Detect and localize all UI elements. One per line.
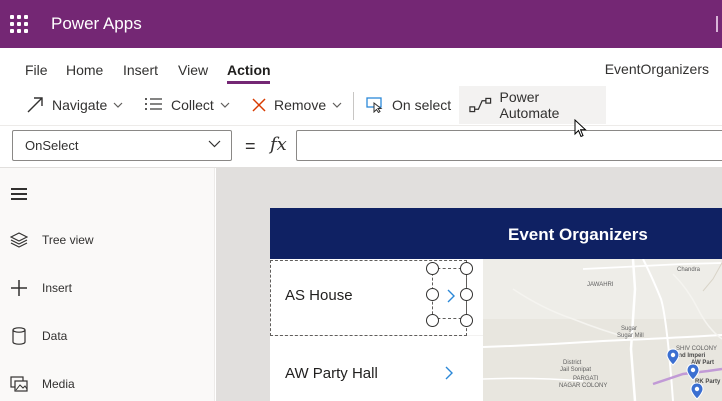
resize-handle[interactable]: [460, 314, 473, 327]
list-item[interactable]: AW Party Hall: [270, 336, 483, 401]
on-select-button[interactable]: On select: [366, 86, 451, 124]
sidebar-item-insert[interactable]: Insert: [0, 268, 215, 308]
chevron-down-icon: [113, 102, 123, 108]
map-pin-icon[interactable]: [690, 382, 704, 400]
left-sidebar: Tree view Insert Data Media: [0, 168, 215, 401]
formula-input[interactable]: [296, 130, 722, 161]
sidebar-item-label: Media: [42, 377, 75, 391]
collect-button[interactable]: Collect: [145, 86, 230, 124]
active-tab-indicator: [227, 81, 270, 84]
map-label: Sugar: [621, 326, 638, 332]
chevron-down-icon: [332, 102, 342, 108]
tab-insert[interactable]: Insert: [123, 62, 158, 78]
app-screen[interactable]: Event Organizers AS House AW Party Hall: [270, 208, 722, 401]
toolbar-divider: [353, 92, 354, 120]
navigate-button[interactable]: Navigate: [26, 86, 123, 124]
close-icon: [252, 98, 266, 112]
map-pin-icon[interactable]: [666, 348, 680, 366]
remove-button[interactable]: Remove: [252, 86, 342, 124]
resize-handle[interactable]: [460, 288, 473, 301]
map-label: JAWAHRI: [587, 282, 614, 288]
sidebar-item-label: Tree view: [42, 233, 94, 247]
database-icon: [9, 326, 29, 346]
app-title: Power Apps: [51, 14, 142, 33]
select-pointer-icon: [366, 97, 383, 113]
selected-control-frame[interactable]: [426, 262, 473, 327]
arrow-up-right-icon: [27, 97, 43, 113]
event-organizer-gallery[interactable]: AS House AW Party Hall: [270, 259, 483, 401]
sidebar-item-data[interactable]: Data: [0, 316, 215, 356]
sidebar-item-tree-view[interactable]: Tree view: [0, 220, 215, 260]
mouse-cursor-icon: [574, 119, 587, 138]
remove-label: Remove: [274, 97, 327, 113]
screen-title: Event Organizers: [508, 225, 648, 244]
chevron-down-icon: [220, 102, 230, 108]
resize-handle[interactable]: [426, 288, 439, 301]
chevron-right-icon[interactable]: [445, 366, 454, 380]
property-dropdown[interactable]: OnSelect: [12, 130, 232, 161]
map-control[interactable]: JAWAHRI Sugar Sugar Mill District Jail S…: [483, 259, 722, 401]
resize-handle[interactable]: [426, 262, 439, 275]
tab-file[interactable]: File: [25, 62, 48, 78]
map-label: NAGAR COLONY: [559, 383, 608, 389]
plus-icon: [9, 278, 29, 298]
list-icon: [145, 98, 162, 110]
map-label: Jail Sonipat: [560, 367, 592, 373]
collect-label: Collect: [171, 97, 214, 113]
app-name: EventOrganizers: [604, 61, 709, 77]
power-automate-label: Power Automate: [499, 89, 560, 121]
map-label: SHIV COLONY: [676, 346, 718, 352]
map-label: District: [563, 360, 582, 366]
sidebar-item-media[interactable]: Media: [0, 364, 215, 401]
map-label: PARGATI: [573, 376, 599, 382]
sidebar-item-label: Insert: [42, 281, 73, 295]
fx-icon: fx: [270, 134, 287, 155]
chevron-down-icon: [208, 140, 221, 148]
tab-home[interactable]: Home: [66, 62, 103, 78]
title-bar: Power Apps: [0, 0, 722, 48]
list-item-label: AW Party Hall: [285, 365, 378, 382]
navigate-label: Navigate: [52, 97, 108, 113]
list-item[interactable]: AS House: [270, 259, 483, 336]
resize-handle[interactable]: [426, 314, 439, 327]
flow-icon: [469, 97, 492, 113]
command-toolbar: Navigate Collect Remove On select Power …: [0, 86, 722, 126]
layers-icon: [9, 230, 29, 250]
equals-sign: =: [245, 136, 256, 156]
sidebar-item-label: Data: [42, 329, 68, 343]
media-icon: [9, 374, 29, 394]
resize-handle[interactable]: [460, 262, 473, 275]
map-label: Chandra: [677, 267, 701, 273]
menu-bar: File Home Insert View Action EventOrgani…: [0, 48, 722, 86]
tab-view[interactable]: View: [178, 62, 208, 78]
map-label: Sugar Mill: [617, 333, 644, 339]
formula-bar: OnSelect = fx: [0, 126, 722, 168]
hamburger-menu-icon[interactable]: [11, 188, 27, 203]
chevron-right-icon[interactable]: [447, 289, 456, 303]
property-value: OnSelect: [25, 138, 79, 153]
map-pin-icon[interactable]: [686, 363, 700, 381]
screen-header: Event Organizers: [270, 208, 722, 259]
app-launcher-icon[interactable]: [10, 15, 28, 33]
settings-icon[interactable]: [716, 16, 722, 32]
tab-action[interactable]: Action: [227, 62, 271, 78]
on-select-label: On select: [392, 97, 452, 113]
